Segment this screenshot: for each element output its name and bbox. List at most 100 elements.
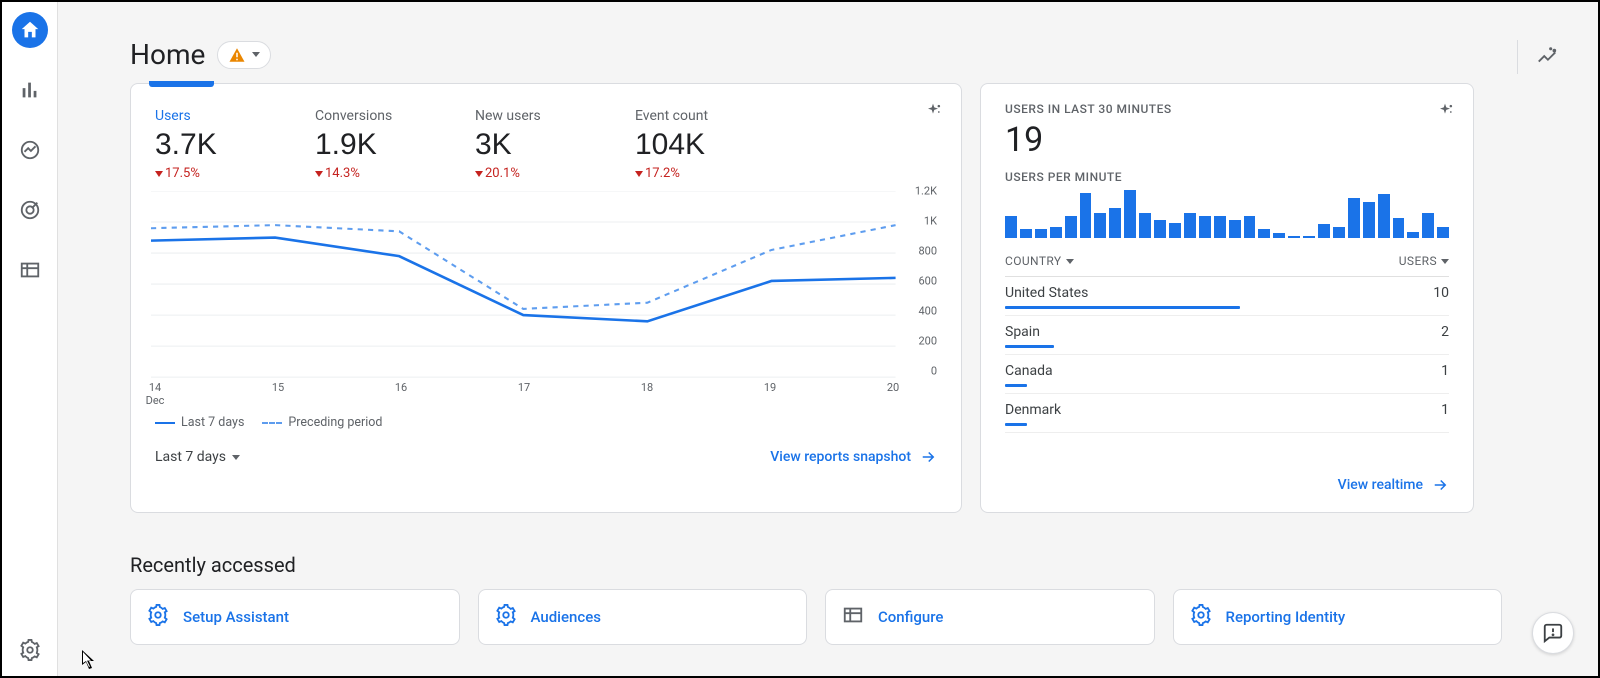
spark-bar	[1080, 193, 1092, 238]
metric-value: 3.7K	[155, 128, 305, 162]
metric-event-count[interactable]: Event count104K17.2%	[635, 108, 785, 181]
main-area: Home Users3.7K17.5%Conversions1.9K14.3%N…	[58, 2, 1598, 676]
y-tick: 800	[918, 245, 937, 258]
recent-card-audiences[interactable]: Audiences	[478, 589, 808, 645]
chevron-down-icon	[1066, 259, 1074, 264]
recent-card-configure[interactable]: Configure	[825, 589, 1155, 645]
y-tick: 200	[918, 335, 937, 348]
overview-card: Users 3.7K 17.5% Conversions 1.9K 14.3% New us…	[130, 83, 962, 513]
spark-bar	[1348, 198, 1360, 238]
metric-label: New users	[475, 108, 625, 124]
spark-bar	[1214, 216, 1226, 238]
legend-previous: Preceding period	[288, 415, 382, 430]
gear-icon	[495, 604, 517, 630]
x-tick: 14Dec	[146, 381, 165, 407]
country-name: United States	[1005, 285, 1088, 301]
spark-bar	[1273, 233, 1285, 238]
metric-value: 3K	[475, 128, 625, 162]
metric-delta: 14.3%	[315, 166, 465, 181]
users-per-minute-chart	[1005, 188, 1449, 238]
spark-bar	[1318, 224, 1330, 238]
users-column-header[interactable]: USERS	[1399, 254, 1449, 268]
view-reports-snapshot-link[interactable]: View reports snapshot	[770, 448, 937, 466]
country-name: Canada	[1005, 363, 1053, 379]
metric-label: Event count	[635, 108, 785, 124]
spark-bar	[1020, 229, 1032, 238]
insights-button[interactable]	[1536, 46, 1558, 72]
spark-bar	[1363, 202, 1375, 238]
metric-delta: 17.2%	[635, 166, 785, 181]
x-tick: 19	[764, 381, 776, 394]
country-users: 1	[1441, 363, 1449, 379]
overview-chart: 1.2K1K8006004002000 14Dec151617181920	[151, 191, 937, 411]
chevron-down-icon	[1441, 259, 1449, 264]
nav-configure[interactable]	[12, 252, 48, 288]
metric-users[interactable]: Users 3.7K 17.5%	[155, 108, 305, 181]
spark-bar	[1139, 213, 1151, 238]
spark-bar	[1169, 223, 1181, 238]
spark-bar	[1333, 227, 1345, 238]
country-users: 10	[1433, 285, 1449, 301]
spark-bar	[1184, 213, 1196, 238]
spark-bar	[1154, 220, 1166, 238]
y-tick: 0	[931, 365, 937, 378]
metric-delta: 17.5%	[155, 166, 305, 181]
sparkle-icon[interactable]	[1435, 102, 1455, 126]
diagnostics-chip[interactable]	[217, 41, 271, 69]
x-tick: 17	[518, 381, 530, 394]
recently-accessed-title: Recently accessed	[130, 553, 1502, 577]
spark-bar	[1050, 227, 1062, 238]
country-name: Denmark	[1005, 402, 1061, 418]
metric-conversions[interactable]: Conversions 1.9K 14.3%	[315, 108, 465, 181]
x-tick: 18	[641, 381, 653, 394]
y-tick: 400	[918, 305, 937, 318]
x-tick: 16	[395, 381, 407, 394]
y-tick: 1K	[924, 215, 937, 228]
country-row: Spain 2	[1005, 316, 1449, 355]
recent-card-reporting-identity[interactable]: Reporting Identity	[1173, 589, 1503, 645]
nav-reports[interactable]	[12, 72, 48, 108]
country-users: 2	[1441, 324, 1449, 340]
legend-current: Last 7 days	[181, 415, 244, 430]
country-column-header[interactable]: COUNTRY	[1005, 254, 1074, 268]
gear-icon	[147, 604, 169, 630]
metric-label: Users	[155, 108, 305, 124]
recent-card-label: Audiences	[531, 608, 601, 626]
nav-explore[interactable]	[12, 132, 48, 168]
gear-icon	[1190, 604, 1212, 630]
spark-bar	[1035, 229, 1047, 238]
spark-bar	[1288, 236, 1300, 238]
recent-card-setup-assistant[interactable]: Setup Assistant	[130, 589, 460, 645]
x-tick: 15	[272, 381, 284, 394]
spark-bar	[1437, 227, 1449, 238]
date-range-selector[interactable]: Last 7 days	[155, 449, 240, 465]
spark-bar	[1109, 208, 1121, 238]
metric-new-users[interactable]: New users3K20.1%	[475, 108, 625, 181]
table-icon	[842, 604, 864, 630]
recent-card-label: Reporting Identity	[1226, 608, 1346, 626]
metric-value: 1.9K	[315, 128, 465, 162]
chart-legend: Last 7 days Preceding period	[131, 411, 961, 430]
spark-bar	[1094, 213, 1106, 238]
view-realtime-link[interactable]: View realtime	[1338, 476, 1449, 494]
spark-bar	[1258, 229, 1270, 238]
y-tick: 600	[918, 275, 937, 288]
y-tick: 1.2K	[915, 185, 937, 198]
recent-card-label: Configure	[878, 608, 943, 626]
realtime-heading: USERS IN LAST 30 MINUTES	[1005, 102, 1449, 116]
spark-bar	[1407, 232, 1419, 238]
nav-advertising[interactable]	[12, 192, 48, 228]
nav-admin[interactable]	[12, 632, 48, 668]
nav-rail	[2, 2, 58, 676]
country-users: 1	[1441, 402, 1449, 418]
spark-bar	[1244, 216, 1256, 238]
spark-bar	[1393, 218, 1405, 238]
realtime-card: USERS IN LAST 30 MINUTES 19 USERS PER MI…	[980, 83, 1474, 513]
metric-label: Conversions	[315, 108, 465, 124]
country-row: Denmark 1	[1005, 394, 1449, 433]
nav-home[interactable]	[12, 12, 48, 48]
sparkle-icon[interactable]	[923, 102, 943, 126]
feedback-button[interactable]	[1532, 612, 1574, 654]
country-name: Spain	[1005, 324, 1040, 340]
spark-bar	[1005, 216, 1017, 238]
